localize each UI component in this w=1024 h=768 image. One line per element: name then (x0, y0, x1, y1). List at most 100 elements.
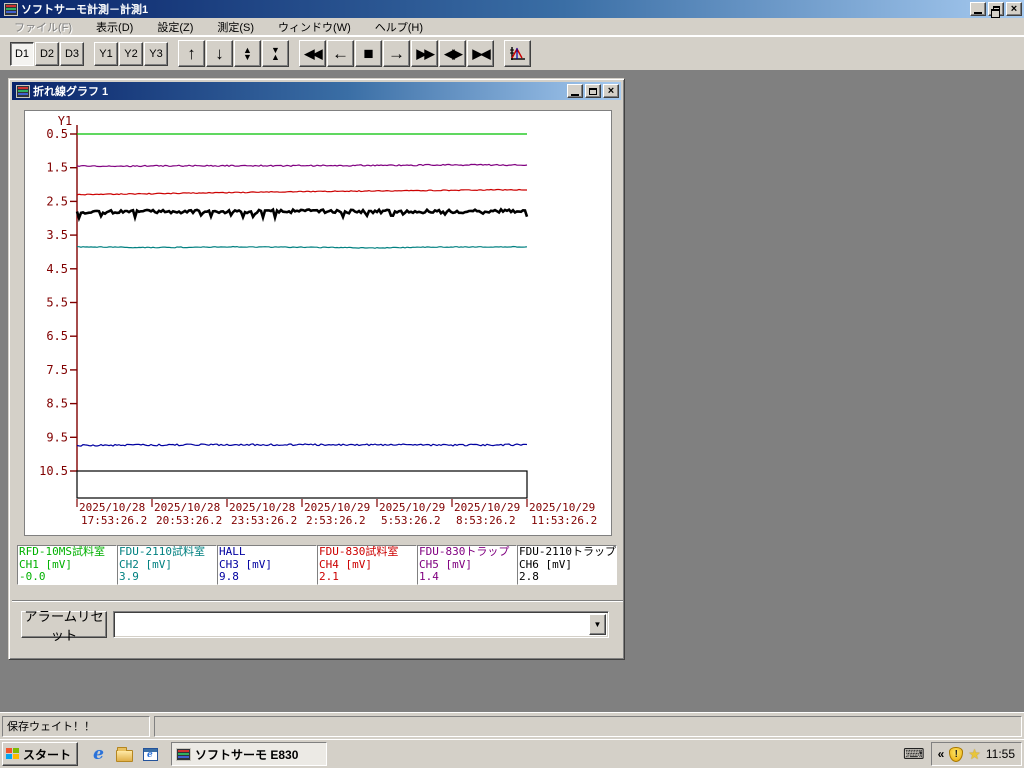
minimize-icon (974, 11, 982, 14)
toolbar-fast-forward-button[interactable]: ▶▶ (411, 40, 438, 67)
menu-help[interactable]: ヘルプ(H) (365, 17, 433, 37)
rewind-icon: ◀◀ (304, 45, 323, 61)
chevron-down-icon: ▼ (593, 620, 602, 629)
start-button[interactable]: スタート (2, 742, 79, 766)
status-message: 保存ウェイト！！ (2, 715, 150, 737)
y-tick-label: 6.5 (46, 329, 68, 343)
close-icon: × (1010, 3, 1018, 15)
toolbar-stop-button[interactable]: ■ (355, 40, 382, 67)
x-tick-date: 2025/10/29 (379, 501, 445, 514)
x-tick-time: 11:53:26.2 (531, 514, 597, 527)
app-icon (4, 2, 18, 16)
keyboard-icon[interactable]: ⌨ (903, 745, 925, 763)
folder-icon[interactable] (116, 746, 134, 763)
graph-window-client: Y1 0.5 1.5 2.5 3.5 4.5 5.5 6.5 7.5 8.5 9.5 10.5 2025… (12, 100, 623, 656)
compress-horizontal-icon: ▶◀ (472, 45, 491, 61)
legend-title: HALL (219, 545, 246, 558)
toolbar-compress-horizontal-button[interactable]: ▶◀ (467, 40, 494, 67)
clock: 11:55 (985, 747, 1015, 761)
toolbar-scroll-down-button[interactable]: ↓ (206, 40, 233, 67)
x-tick-time: 2:53:26.2 (306, 514, 366, 527)
legend-value: 2.8 (519, 570, 539, 583)
y-tick-label: 1.5 (46, 161, 68, 175)
graph-window-titlebar[interactable]: 折れ線グラフ 1 × (12, 82, 621, 100)
toolbar-expand-vertical-button[interactable]: ▲ ▼ (234, 40, 261, 67)
ie-window-icon[interactable] (142, 746, 159, 763)
collapse-chevrons-icon[interactable]: « (938, 747, 945, 761)
series-5 (77, 245, 528, 249)
menu-file: ファイル(F) (14, 21, 73, 34)
x-tick-date: 2025/10/28 (229, 501, 295, 514)
graph-maximize-button[interactable] (585, 84, 601, 98)
menu-settings[interactable]: 設定(Z) (147, 17, 203, 37)
toolbar-graph-setup-button[interactable] (504, 40, 531, 67)
alarm-combobox[interactable]: ▼ (113, 611, 609, 638)
minimize-button[interactable] (970, 2, 986, 16)
taskbar-task-button[interactable]: ソフトサーモ E830 (171, 742, 328, 766)
legend-title: FDU-830試料室 (319, 545, 399, 558)
alarm-reset-button[interactable]: アラームリセット (21, 609, 107, 643)
toolbar: D1 D2 D3 Y1 Y2 Y3 ↑ ↓ ▲ ▼ ▼ ▲ ◀◀ ← ■ → ▶▶ ◀▶ ▶◀ (0, 36, 1024, 71)
legend-cell-ch4: FDU-830試料室 CH4 [mV] 2.1 (317, 545, 417, 585)
toolbar-y2-button[interactable]: Y2 (119, 41, 143, 66)
toolbar-scroll-up-button[interactable]: ↑ (178, 40, 205, 67)
close-button[interactable]: × (1006, 2, 1022, 16)
restore-button[interactable] (988, 2, 1004, 18)
series-3 (76, 188, 527, 196)
toolbar-step-forward-button[interactable]: → (383, 40, 410, 67)
internet-explorer-icon[interactable]: e (90, 744, 107, 764)
x-tick-date: 2025/10/28 (154, 501, 220, 514)
graph-close-button[interactable]: × (603, 84, 619, 98)
app-icon (176, 747, 192, 761)
graph-window: 折れ線グラフ 1 × Y1 0.5 1.5 2.5 3.5 4.5 5.5 6.5 7.5 8.5… (8, 78, 625, 660)
toolbar-compress-vertical-button[interactable]: ▼ ▲ (262, 40, 289, 67)
legend-title: FDU-2110試料室 (119, 545, 205, 558)
legend-cell-ch3: HALL CH3 [mV] 9.8 (217, 545, 317, 585)
main-titlebar: ソフトサーモ計測－計測1 × (0, 0, 1024, 18)
toolbar-expand-horizontal-button[interactable]: ◀▶ (439, 40, 466, 67)
y-tick-label: 3.5 (46, 228, 68, 242)
menu-window[interactable]: ウィンドウ(W) (268, 17, 361, 37)
x-tick-time: 5:53:26.2 (381, 514, 441, 527)
x-tick-date: 2025/10/29 (529, 501, 595, 514)
compress-vertical-icon: ▲ (271, 51, 280, 62)
fast-forward-icon: ▶▶ (416, 45, 435, 61)
toolbar-d1-button[interactable]: D1 (10, 41, 34, 66)
menubar: ファイル(F) 表示(D) 設定(Z) 測定(S) ウィンドウ(W) ヘルプ(H) (0, 18, 1024, 36)
legend-cell-ch1: RFD-10MS試料室 CH1 [mV] -0.0 (17, 545, 117, 585)
legend-value: -0.0 (19, 570, 46, 583)
toolbar-step-back-button[interactable]: ← (327, 40, 354, 67)
start-button-label: スタート (23, 747, 72, 762)
quick-launch: e (90, 744, 159, 764)
x-tick-date: 2025/10/29 (304, 501, 370, 514)
graph-minimize-button[interactable] (567, 84, 583, 98)
y-tick-label: 5.5 (46, 296, 68, 310)
series-4 (75, 207, 529, 223)
y-tick-label: 8.5 (46, 397, 68, 411)
legend-title: RFD-10MS試料室 (19, 545, 105, 558)
x-tick-time: 17:53:26.2 (81, 514, 147, 527)
menu-view[interactable]: 表示(D) (86, 17, 143, 37)
toolbar-d3-button[interactable]: D3 (60, 41, 84, 66)
star-icon[interactable]: ★ (968, 746, 981, 763)
chart-panel: Y1 0.5 1.5 2.5 3.5 4.5 5.5 6.5 7.5 8.5 9.5 10.5 2025… (24, 110, 612, 536)
chart-bottom-box (76, 470, 528, 499)
toolbar-d2-button[interactable]: D2 (35, 41, 59, 66)
legend-title: FDU-830トラップ (419, 545, 510, 558)
toolbar-y3-button[interactable]: Y3 (144, 41, 168, 66)
mdi-area: 折れ線グラフ 1 × Y1 0.5 1.5 2.5 3.5 4.5 5.5 6.5 7.5 8.5… (0, 71, 1024, 712)
legend-cell-ch5: FDU-830トラップ CH5 [mV] 1.4 (417, 545, 517, 585)
y-tick-label: 0.5 (46, 127, 68, 141)
combobox-dropdown-button[interactable]: ▼ (589, 614, 606, 635)
x-tick-time: 8:53:26.2 (456, 514, 516, 527)
separator (12, 600, 623, 602)
security-shield-icon[interactable]: ! (949, 746, 964, 762)
status-panel-right (154, 715, 1022, 737)
menu-measure[interactable]: 測定(S) (207, 17, 264, 37)
y-tick-label: 4.5 (46, 262, 68, 276)
legend-value: 3.9 (119, 570, 139, 583)
toolbar-rewind-button[interactable]: ◀◀ (299, 40, 326, 67)
toolbar-y1-button[interactable]: Y1 (94, 41, 118, 66)
system-tray: « ! ★ 11:55 (930, 742, 1022, 766)
close-icon: × (607, 85, 615, 97)
